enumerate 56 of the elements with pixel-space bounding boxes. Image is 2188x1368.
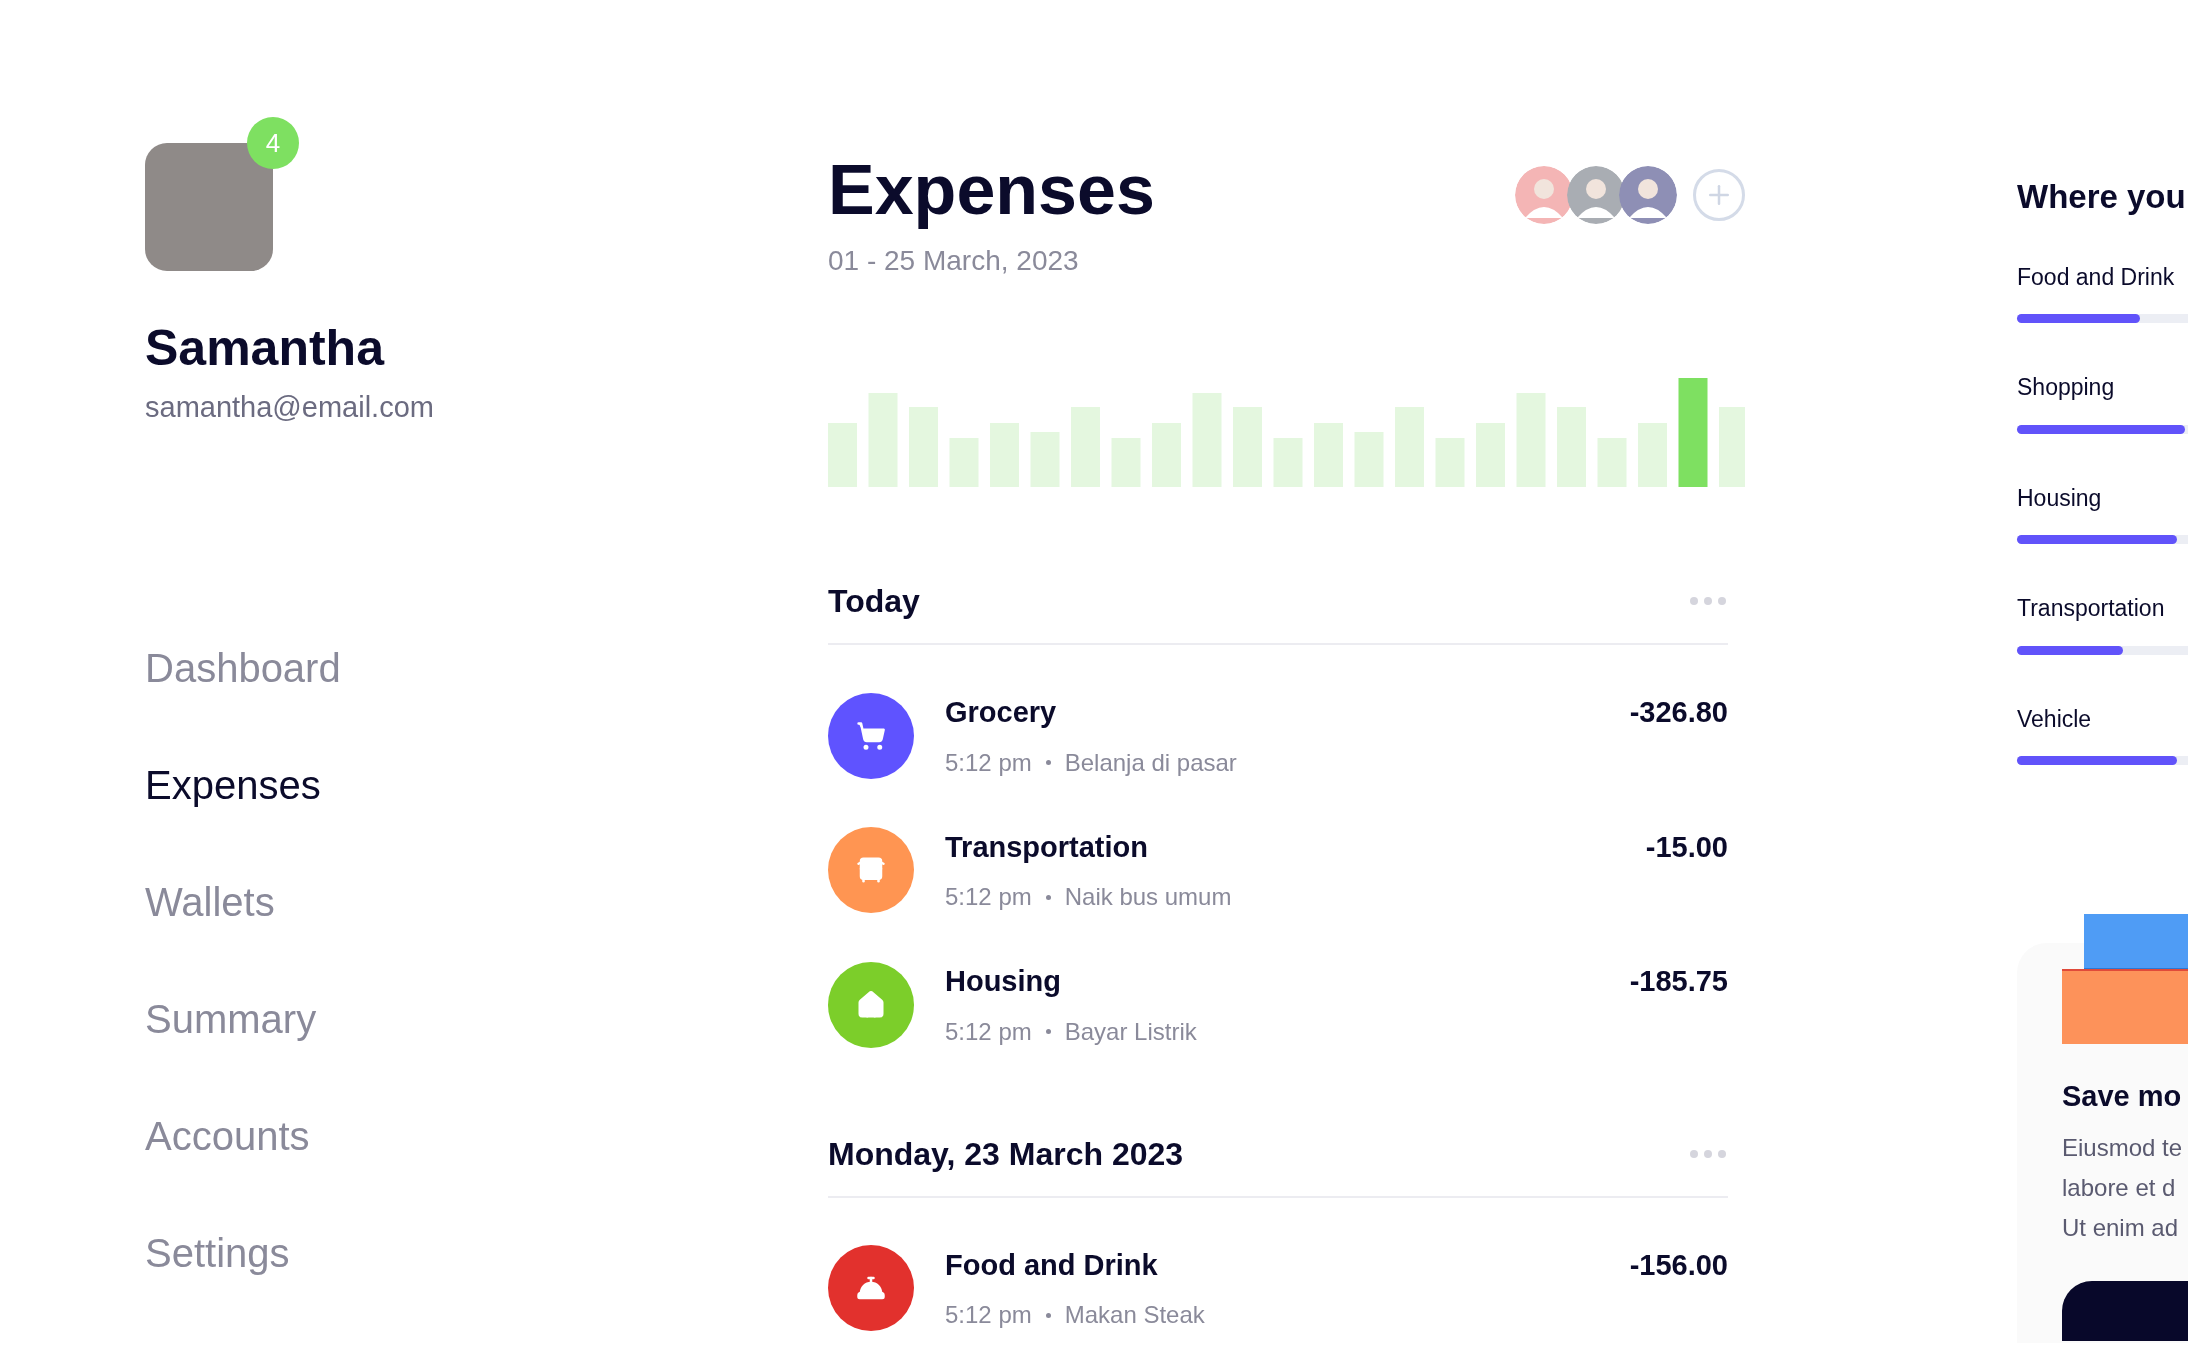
- more-button[interactable]: [1690, 597, 1728, 605]
- chart-bar: [1597, 438, 1627, 487]
- chart-bar: [1638, 423, 1667, 487]
- spending-title: Where you: [2017, 177, 2186, 217]
- chart-bar: [1030, 432, 1060, 487]
- transaction-time: 5:12 pm: [945, 1016, 1032, 1047]
- transaction-amount: -185.75: [1629, 964, 1728, 999]
- page-title: Expenses: [828, 150, 1155, 230]
- transaction-note: Makan Steak: [1064, 1300, 1205, 1330]
- notification-badge: 4: [247, 117, 299, 169]
- transaction-note: Bayar Listrik: [1064, 1016, 1197, 1047]
- transaction-time: 5:12 pm: [945, 882, 1032, 912]
- more-button[interactable]: [1690, 1149, 1728, 1158]
- chart-bar: [828, 423, 857, 487]
- promo-text-line: labore et d: [2062, 1172, 2176, 1203]
- transaction-title: Grocery: [945, 695, 1057, 730]
- chart-bar: [1435, 438, 1465, 487]
- category-label: Vehicle: [2017, 704, 2092, 734]
- category-label: Housing: [2017, 483, 2102, 513]
- chart-bar: [1273, 438, 1303, 487]
- transaction-title: Food and Drink: [945, 1247, 1158, 1283]
- transaction-note: Belanja di pasar: [1064, 747, 1237, 778]
- user-email: samantha@email.com: [145, 389, 435, 425]
- transaction-amount: -326.80: [1629, 695, 1728, 730]
- add-member-button[interactable]: [1693, 169, 1745, 221]
- avatar-icon: [1619, 166, 1677, 224]
- transaction-amount: -15.00: [1645, 829, 1728, 865]
- nav-link[interactable]: Wallets: [145, 878, 275, 927]
- transaction-time: 5:12 pm: [945, 747, 1032, 778]
- nav-link[interactable]: Dashboard: [145, 644, 341, 693]
- promo-text-line: Eiusmod te: [2062, 1132, 2183, 1163]
- date-range: 01 - 25 March, 2023: [828, 244, 1080, 278]
- chart-bar: [1152, 423, 1181, 487]
- transaction-note: Naik bus umum: [1064, 882, 1232, 912]
- category-label: Transportation: [2017, 594, 2165, 623]
- user-name: Samantha: [145, 319, 386, 378]
- transaction-title: Transportation: [945, 829, 1148, 865]
- nav-link[interactable]: Summary: [145, 995, 317, 1044]
- chart-bar: [1354, 432, 1384, 487]
- transaction-time: 5:12 pm: [945, 1300, 1032, 1330]
- nav-link[interactable]: Accounts: [145, 1112, 310, 1161]
- promo-text-line: Ut enim ad: [2062, 1212, 2179, 1243]
- chart-bar: [949, 438, 979, 487]
- promo-title: Save mo: [2062, 1079, 2182, 1114]
- category-label: Shopping: [2017, 373, 2115, 402]
- chart-bar: [1476, 423, 1505, 487]
- transaction-amount: -156.00: [1629, 1247, 1728, 1283]
- chart-bar: [990, 423, 1019, 487]
- chart-bar: [1111, 438, 1141, 487]
- transaction-title: Housing: [945, 964, 1061, 999]
- section-title: Today: [828, 582, 920, 621]
- section-title: Monday, 23 March 2023: [828, 1134, 1184, 1174]
- nav-link[interactable]: Expenses: [145, 761, 321, 810]
- chart-bar: [1314, 423, 1343, 487]
- category-label: Food and Drink: [2017, 262, 2175, 292]
- nav-link[interactable]: Settings: [145, 1229, 290, 1278]
